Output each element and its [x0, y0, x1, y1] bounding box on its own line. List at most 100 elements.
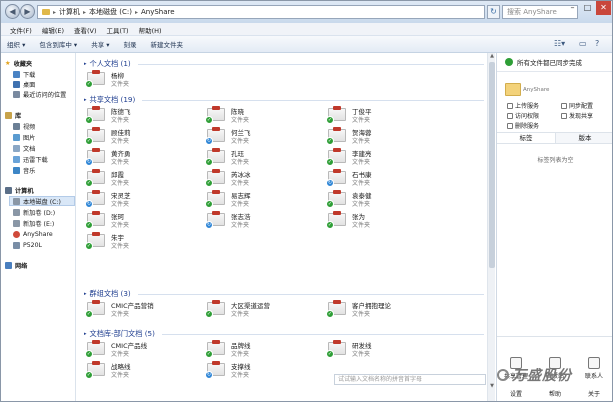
help-icon[interactable]: ? [595, 39, 599, 48]
group-header[interactable]: ▸ 文档库-部门文档 (5) [84, 329, 484, 339]
folder-icon: ↻ [205, 127, 225, 145]
folder-item[interactable]: ↻ 宋灵芝 文件夹 [85, 189, 197, 211]
document-icon [13, 144, 20, 152]
folder-item[interactable]: ✓ 研发线 文件夹 [326, 339, 438, 361]
share-button[interactable]: 共享 ▾ [91, 39, 109, 49]
folder-item[interactable]: ✓ 丁俊平 文件夹 [326, 105, 438, 127]
filter-input[interactable]: 试试输入文档名称的拼音首字母 [334, 374, 486, 385]
discover-share-action[interactable]: 发现共享 [561, 111, 593, 120]
about-button[interactable]: 关于 [579, 389, 609, 398]
menu-edit[interactable]: 编辑(E) [37, 23, 69, 35]
include-in-library-button[interactable]: 包含到库中 ▾ [39, 39, 77, 49]
drive-icon [13, 219, 20, 227]
drive-icon [13, 208, 20, 216]
nav-item-anyshare[interactable]: AnyShare [13, 229, 53, 239]
nav-item-downloads[interactable]: 下载 [13, 69, 35, 79]
folder-icon: ✓ [85, 70, 105, 88]
nav-item-drive-d[interactable]: 新加卷 (D:) [13, 207, 55, 217]
tab-tags[interactable]: 标签 [497, 133, 556, 143]
refresh-button[interactable]: ↻ [487, 5, 500, 19]
folder-item[interactable]: ↻ 何兰飞 文件夹 [205, 126, 317, 148]
address-bar[interactable]: ▸ 计算机 ▸ 本地磁盘 (C:) ▸ AnyShare [37, 5, 485, 19]
group-header[interactable]: ▸ 个人文档 (1) [84, 59, 484, 69]
folder-item[interactable]: ✓ 朱宇 文件夹 [85, 231, 197, 253]
back-button[interactable]: ◀ [5, 4, 20, 19]
nav-item-p520l[interactable]: P520L [13, 240, 42, 250]
menu-view[interactable]: 查看(V) [69, 23, 102, 35]
folder-item[interactable]: ✓ CMIC产品线 文件夹 [85, 339, 197, 361]
scroll-thumb[interactable] [489, 62, 495, 268]
access-permission-action[interactable]: 访问权限 [507, 111, 539, 120]
organize-button[interactable]: 组织 ▾ [7, 39, 25, 49]
folder-item[interactable]: ✓ 邱霞 文件夹 [85, 168, 197, 190]
folder-item[interactable]: ✓ 张珂 文件夹 [85, 210, 197, 232]
chevron-down-icon: ▸ [84, 61, 87, 67]
group-header[interactable]: ▸ 共享文档 (19) [84, 95, 484, 105]
nav-item-recent[interactable]: 最近访问的位置 [13, 89, 66, 99]
menu-tools[interactable]: 工具(T) [102, 23, 134, 35]
nav-item-drive-e[interactable]: 新加卷 (E:) [13, 218, 54, 228]
sync-config-action[interactable]: 同步配置 [561, 101, 593, 110]
folder-item[interactable]: ✓ CMIC产品营销 文件夹 [85, 299, 197, 321]
nav-libraries[interactable]: 库 [5, 110, 21, 120]
nav-network[interactable]: 网络 [5, 260, 27, 270]
settings-button[interactable]: 设置 [501, 389, 531, 398]
anyshare-icon [13, 230, 20, 238]
upload-service-action[interactable]: 上传服务 [507, 101, 539, 110]
folder-type: 文件夹 [111, 201, 130, 208]
folder-item[interactable]: ↻ 石书康 文件夹 [326, 168, 438, 190]
burn-button[interactable]: 刻录 [124, 39, 137, 49]
breadcrumb-anyshare[interactable]: AnyShare [141, 8, 175, 16]
folder-item[interactable]: ✓ 陈德飞 文件夹 [85, 105, 197, 127]
close-button[interactable]: ✕ [596, 1, 611, 15]
folder-item[interactable]: ✓ 陈晓 文件夹 [205, 105, 317, 127]
folder-item[interactable]: ✓ 客户拥抱理论 文件夹 [326, 299, 438, 321]
folder-item[interactable]: ✓ 大区渠道运营 文件夹 [205, 299, 317, 321]
menu-help[interactable]: 帮助(H) [134, 23, 167, 35]
folder-item[interactable]: ↻ 支撑线 文件夹 [205, 360, 317, 382]
folder-item[interactable]: ✓ 孔珏 文件夹 [205, 147, 317, 169]
folder-item[interactable]: ✓ 李建亮 文件夹 [326, 147, 438, 169]
nav-item-xunlei[interactable]: 迅雷下载 [13, 154, 48, 164]
vertical-scrollbar[interactable]: ▲ ▼ [487, 53, 496, 401]
folder-item[interactable]: ✓ 贺海蓉 文件夹 [326, 126, 438, 148]
folder-item[interactable]: ✓ 易志辉 文件夹 [205, 189, 317, 211]
tab-versions[interactable]: 版本 [556, 133, 612, 143]
folder-item[interactable]: ✓ 顾佳莉 文件夹 [85, 126, 197, 148]
forward-button[interactable]: ▶ [20, 4, 35, 19]
folder-item[interactable]: ✓ 芮冰冰 文件夹 [205, 168, 317, 190]
nav-item-desktop[interactable]: 桌面 [13, 79, 35, 89]
check-icon: ✓ [85, 350, 93, 358]
folder-item[interactable]: ↻ 张志浩 文件夹 [205, 210, 317, 232]
preview-pane-icon[interactable]: ▭ [579, 39, 587, 48]
nav-favorites[interactable]: ★ 收藏夹 [5, 58, 32, 68]
nav-item-documents[interactable]: 文档 [13, 143, 35, 153]
contacts-button[interactable]: 联系人 [579, 357, 609, 380]
view-options-icon[interactable]: ☷▾ [554, 39, 565, 48]
folder-type: 文件夹 [231, 138, 250, 145]
menu-file[interactable]: 文件(F) [5, 23, 37, 35]
folder-item[interactable]: ✓ 袁泰健 文件夹 [326, 189, 438, 211]
folder-item[interactable]: ↻ 黄齐勇 文件夹 [85, 147, 197, 169]
nav-item-drive-c[interactable]: 本地磁盘 (C:) [9, 196, 75, 206]
nav-item-pictures[interactable]: 图片 [13, 132, 35, 142]
help-button[interactable]: 帮助 [540, 389, 570, 398]
minimize-button[interactable]: – [565, 1, 580, 15]
new-folder-button[interactable]: 新建文件夹 [151, 39, 184, 49]
folder-item[interactable]: ✓ 杨柳 文件夹 [85, 69, 197, 91]
group-header[interactable]: ▸ 群组文档 (3) [84, 289, 484, 299]
anyshare-side-panel: 所有文件都已同步完成 AnyShare 上传服务 访问权限 删除服务 同步配置 … [496, 53, 612, 401]
maximize-button[interactable]: □ [580, 1, 595, 15]
folder-item[interactable]: ✓ 品牌线 文件夹 [205, 339, 317, 361]
scroll-up-icon[interactable]: ▲ [488, 53, 496, 61]
folder-item[interactable]: ✓ 战略线 文件夹 [85, 360, 197, 382]
folder-icon [505, 83, 521, 96]
delete-service-action[interactable]: 删除服务 [507, 121, 539, 130]
breadcrumb-computer[interactable]: 计算机 [59, 7, 80, 17]
nav-item-videos[interactable]: 视频 [13, 121, 35, 131]
folder-item[interactable]: ✓ 张为 文件夹 [326, 210, 438, 232]
breadcrumb-drive-c[interactable]: 本地磁盘 (C:) [89, 7, 132, 17]
scroll-down-icon[interactable]: ▼ [488, 383, 496, 391]
nav-computer[interactable]: 计算机 [5, 185, 34, 195]
nav-item-music[interactable]: 音乐 [13, 165, 35, 175]
